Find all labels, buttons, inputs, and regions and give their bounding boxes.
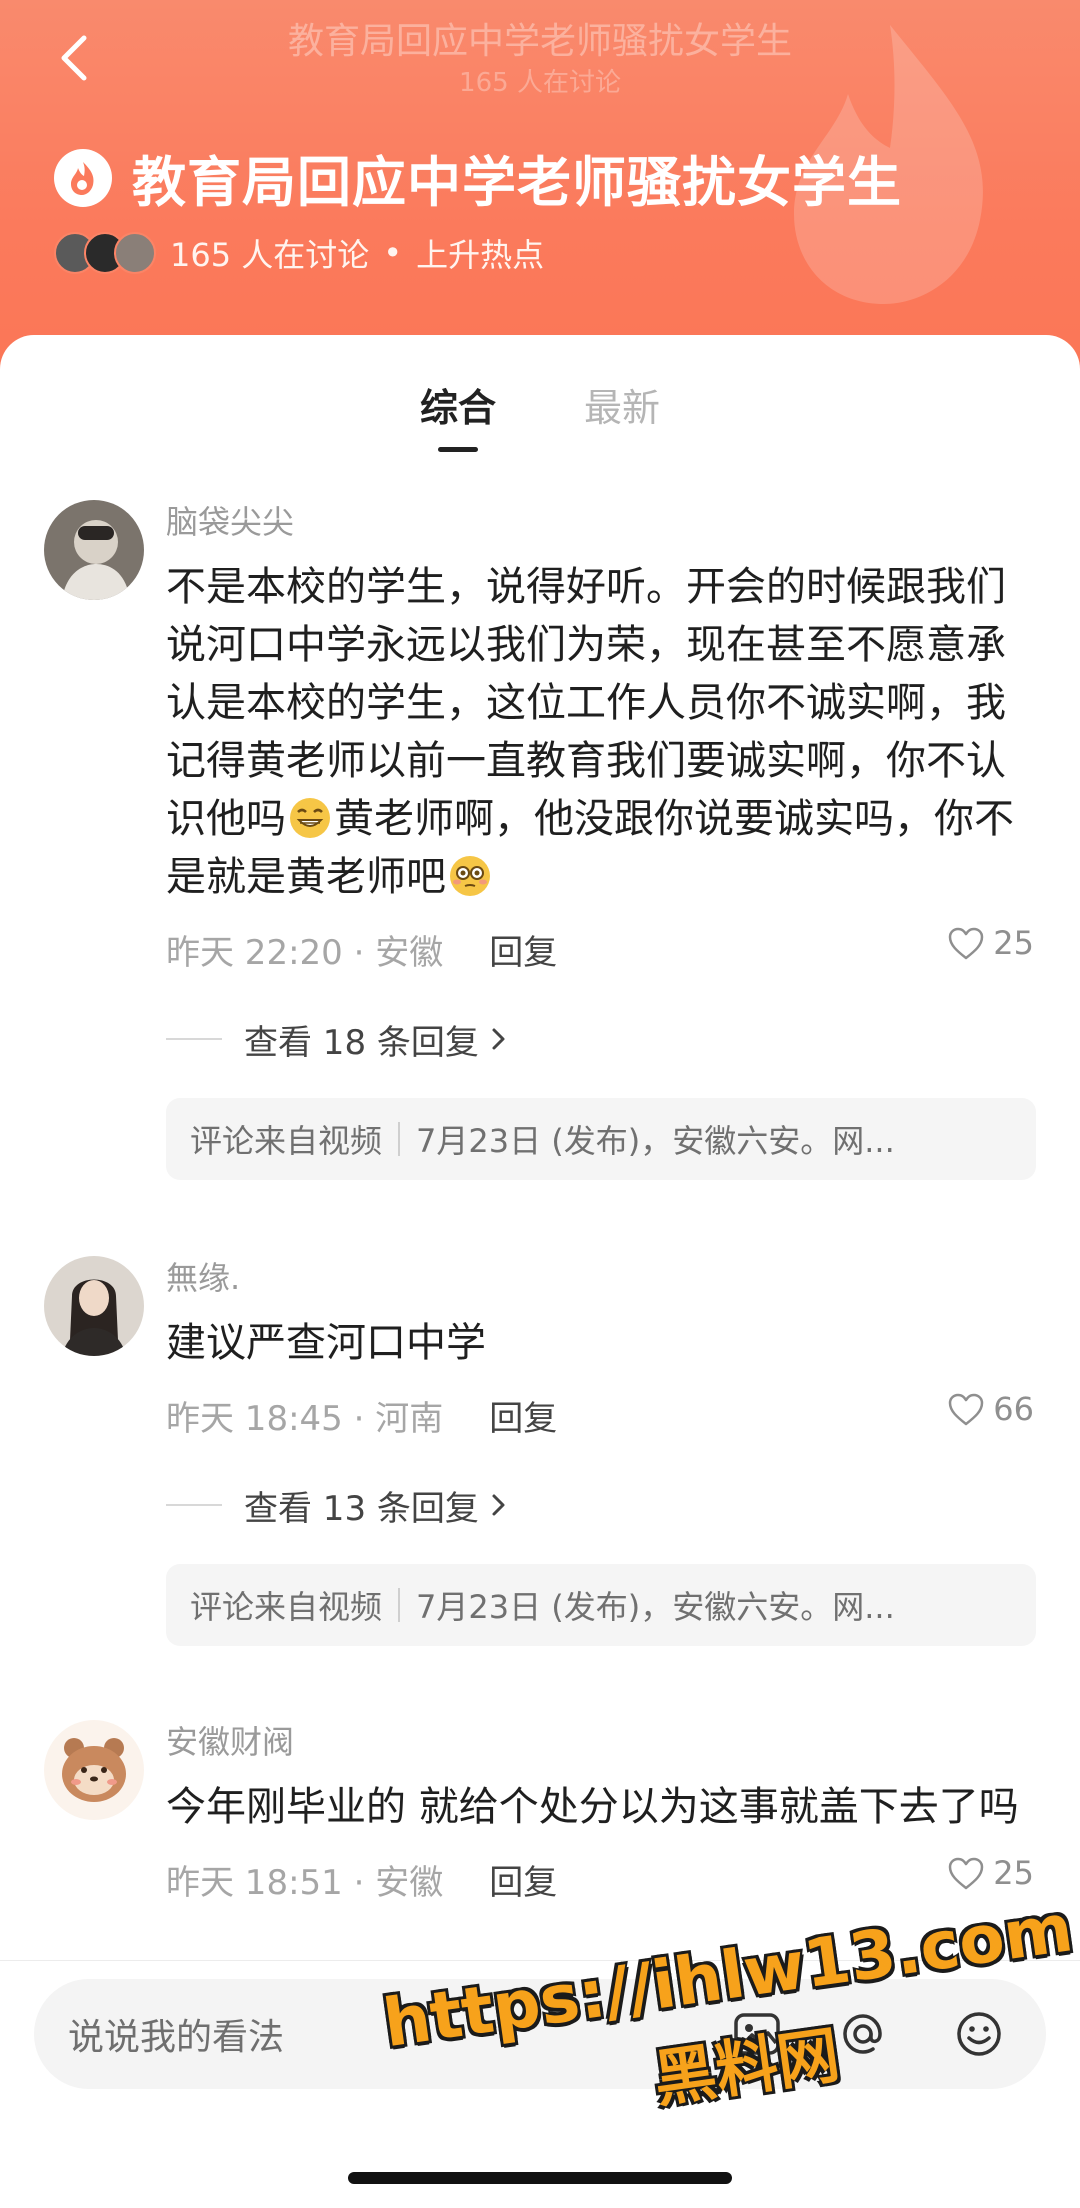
- avatar[interactable]: [44, 1720, 144, 1820]
- nav-subtitle: 165 人在讨论: [459, 68, 621, 98]
- reply-button[interactable]: 回复: [489, 1855, 557, 1904]
- participant-avatars: [54, 232, 156, 274]
- comment-source-box[interactable]: 评论来自视频 7月23日 (发布)，安徽六安。网...: [166, 1098, 1036, 1180]
- avatar[interactable]: [44, 500, 144, 600]
- source-label: 评论来自视频: [190, 1588, 383, 1626]
- heart-icon: [949, 1393, 984, 1426]
- comment-meta: 昨天 18:45 · 河南 回复 66: [166, 1390, 1036, 1440]
- like-count: 25: [993, 1854, 1034, 1892]
- like-count: 25: [993, 924, 1034, 962]
- tab-bar: 综合 最新: [0, 377, 1080, 452]
- view-replies-button[interactable]: 查看 18 条回复: [166, 1014, 1036, 1064]
- source-video-desc: 7月23日 (发布)，安徽六安。网...: [416, 1122, 895, 1160]
- comment-meta: 昨天 18:51 · 安徽 回复 25: [166, 1854, 1036, 1904]
- comment-text: 不是本校的学生，说得好听。开会的时候跟我们说河口中学永远以我们为荣，现在甚至不愿…: [166, 558, 1036, 906]
- chevron-right-icon: [492, 1494, 505, 1516]
- trending-tag: 上升热点: [416, 236, 545, 274]
- nav-bar: 教育局回应中学老师骚扰女学生 165 人在讨论: [0, 0, 1080, 120]
- tab-latest[interactable]: 最新: [584, 377, 660, 452]
- reply-button[interactable]: 回复: [489, 925, 557, 974]
- view-replies-label: 查看 13 条回复: [244, 1488, 479, 1529]
- comment-time-location: 昨天 18:45 · 河南: [166, 1398, 444, 1439]
- divider: [166, 1504, 222, 1506]
- source-label: 评论来自视频: [190, 1122, 383, 1160]
- divider: [398, 1122, 401, 1156]
- meta-separator: •: [383, 234, 403, 272]
- tab-comprehensive[interactable]: 综合: [420, 377, 496, 452]
- view-replies-button[interactable]: 查看 13 条回复: [166, 1480, 1036, 1530]
- topic-title-row: 教育局回应中学老师骚扰女学生: [54, 138, 902, 217]
- flushed-emoji-icon: [450, 856, 490, 896]
- hot-flame-icon: [54, 148, 112, 207]
- heart-icon: [949, 1857, 984, 1890]
- like-count: 66: [993, 1390, 1034, 1428]
- participant-count: 165 人在讨论: [170, 236, 370, 274]
- view-replies-label: 查看 18 条回复: [244, 1022, 479, 1063]
- source-video-desc: 7月23日 (发布)，安徽六安。网...: [416, 1588, 895, 1626]
- comment-username[interactable]: 無缘.: [166, 1256, 1036, 1300]
- divider: [398, 1588, 401, 1622]
- comment-meta: 昨天 22:20 · 安徽 回复 25: [166, 924, 1036, 974]
- avatar: [114, 232, 156, 274]
- topic-header: 教育局回应中学老师骚扰女学生 165 人在讨论 教育局回应中学老师骚扰女学生 1…: [0, 0, 1080, 380]
- comment-text: 建议严查河口中学: [166, 1320, 486, 1366]
- grin-emoji-icon: [290, 798, 330, 838]
- topic-meta: 165 人在讨论 • 上升热点: [54, 230, 544, 276]
- heart-icon: [949, 927, 984, 960]
- divider: [166, 1038, 222, 1040]
- comment-time-location: 昨天 22:20 · 安徽: [166, 932, 444, 973]
- like-button[interactable]: 25: [947, 924, 1034, 962]
- comment-source-box[interactable]: 评论来自视频 7月23日 (发布)，安徽六安。网...: [166, 1564, 1036, 1646]
- like-button[interactable]: 25: [947, 1854, 1034, 1892]
- home-indicator[interactable]: [348, 2172, 732, 2184]
- nav-title: 教育局回应中学老师骚扰女学生: [287, 21, 792, 62]
- topic-title: 教育局回应中学老师骚扰女学生: [132, 151, 902, 214]
- comment-username[interactable]: 脑袋尖尖: [166, 500, 1036, 544]
- comment-text: 今年刚毕业的 就给个处分以为这事就盖下去了吗: [166, 1784, 1019, 1830]
- avatar[interactable]: [44, 1256, 144, 1356]
- reply-button[interactable]: 回复: [489, 1391, 557, 1440]
- like-button[interactable]: 66: [947, 1390, 1034, 1428]
- comment-input-placeholder: 说说我的看法: [68, 2017, 285, 2058]
- comment-username[interactable]: 安徽财阀: [166, 1720, 1036, 1764]
- comment-time-location: 昨天 18:51 · 安徽: [166, 1862, 444, 1903]
- chevron-right-icon: [492, 1028, 505, 1050]
